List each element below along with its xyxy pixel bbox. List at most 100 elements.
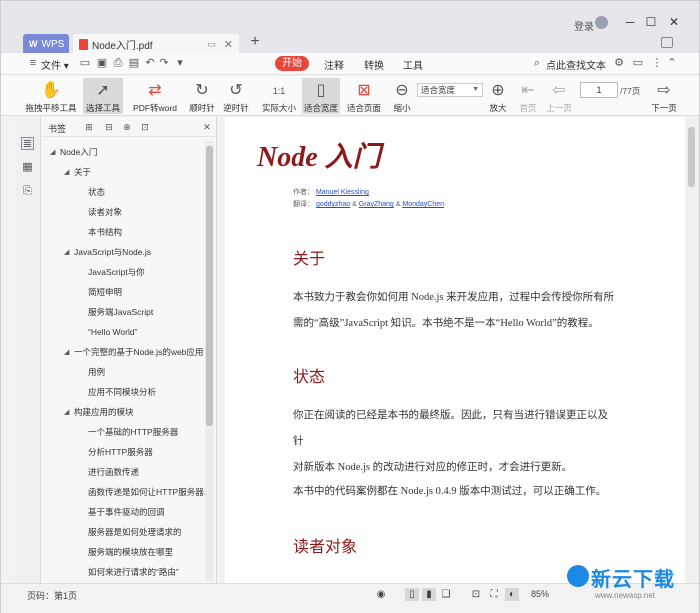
- delete-bookmark-icon[interactable]: ⊡: [140, 122, 150, 132]
- settings-icon[interactable]: ⚙: [613, 57, 625, 69]
- undo-icon[interactable]: ↶: [144, 57, 156, 69]
- tab-annotate[interactable]: 注释: [324, 57, 344, 72]
- new-tab-button[interactable]: +: [247, 34, 263, 52]
- minimize-button[interactable]: ─: [622, 15, 638, 29]
- avatar[interactable]: [595, 16, 608, 29]
- bookmark-item[interactable]: 进行函数传递: [88, 463, 139, 481]
- save-icon[interactable]: ▣: [96, 57, 108, 69]
- bookmark-item[interactable]: 服务器是如何处理请求的: [88, 523, 182, 541]
- document-scrollbar-thumb[interactable]: [688, 127, 695, 187]
- translator-link[interactable]: goddyzhao: [316, 201, 350, 208]
- expand-triangle-icon[interactable]: ◢: [64, 348, 74, 356]
- bookmark-item[interactable]: 状态: [88, 183, 105, 201]
- tab-start[interactable]: 开始: [275, 56, 309, 71]
- translator-link[interactable]: GrayZhang: [359, 201, 394, 208]
- expand-triangle-icon[interactable]: ◢: [50, 148, 60, 156]
- bookmark-item[interactable]: 一个基础的HTTP服务器: [88, 423, 178, 441]
- next-page-button[interactable]: ⇨ 下一页: [651, 78, 677, 114]
- author-link[interactable]: Manuel Kiessling: [316, 189, 369, 196]
- zoom-select[interactable]: 适合宽度 ▼: [417, 83, 483, 97]
- eye-icon[interactable]: ◉: [374, 588, 388, 601]
- rotate-counterclockwise-button[interactable]: ↺ 逆时针: [222, 78, 250, 114]
- expand-all-icon[interactable]: ⊞: [84, 122, 94, 132]
- pdf-to-word-button[interactable]: ⇄ PDF转word: [132, 78, 178, 114]
- add-bookmark-icon[interactable]: ⊕: [122, 122, 132, 132]
- prev-page-icon: ⇦: [552, 82, 566, 99]
- page-number-input[interactable]: 1: [580, 82, 618, 98]
- file-menu[interactable]: 文件 ▾: [41, 57, 69, 72]
- fullscreen-icon[interactable]: ⛶: [487, 588, 501, 601]
- bookmark-item[interactable]: 基于事件驱动的回调: [88, 503, 165, 521]
- translator-link[interactable]: MondayChen: [402, 201, 444, 208]
- bookmark-item[interactable]: 应用不同模块分析: [88, 383, 156, 401]
- tab-wps[interactable]: W WPS: [23, 34, 69, 54]
- night-mode-icon[interactable]: ◐: [505, 588, 519, 601]
- maximize-button[interactable]: ☐: [643, 15, 659, 29]
- bookmark-item[interactable]: JavaScript与你: [88, 263, 145, 281]
- bookmark-item[interactable]: 如何来进行请求的“路由”: [88, 563, 179, 581]
- bookmark-item[interactable]: 读者对象: [88, 203, 122, 221]
- bookmark-item[interactable]: ◢ Node入门: [50, 143, 97, 161]
- print-preview-icon[interactable]: ▤: [128, 57, 140, 69]
- bookmark-item[interactable]: 服务端JavaScript: [88, 303, 153, 321]
- bookmark-item[interactable]: ◢ JavaScript与Node.js: [64, 243, 151, 261]
- book-view-icon[interactable]: ❑: [439, 588, 453, 601]
- open-folder-icon[interactable]: ▭: [79, 57, 91, 69]
- tab-close-button[interactable]: ✕: [224, 38, 233, 51]
- collapse-all-icon[interactable]: ⊟: [104, 122, 114, 132]
- bookmarks-panel-icon[interactable]: ≣: [21, 137, 34, 150]
- attachments-panel-icon[interactable]: ⎘: [21, 185, 34, 198]
- actual-size-button[interactable]: 1:1 实际大小: [260, 78, 298, 114]
- expand-triangle-icon[interactable]: ◢: [64, 248, 74, 256]
- customize-icon[interactable]: ▾: [174, 57, 186, 69]
- watermark-url: www.newasp.net: [595, 591, 656, 600]
- thumbnails-panel-icon[interactable]: ▦: [21, 161, 34, 174]
- ribbon-toolbar: ✋ 拖拽平移工具 ➚ 选择工具 ⇄ PDF转word ↻ 顺时针 ↺ 逆时针 1…: [1, 76, 699, 116]
- rotate-clockwise-button[interactable]: ↻ 顺时针: [188, 78, 216, 114]
- login-link[interactable]: 登录: [574, 18, 594, 33]
- fit-screen-icon[interactable]: ⊡: [469, 588, 483, 601]
- bookmark-item[interactable]: 函数传递是如何让HTTP服务器...: [88, 483, 211, 501]
- sidebar-toggle-icon[interactable]: [661, 37, 673, 48]
- fit-page-button[interactable]: ⊠ 适合页面: [345, 78, 383, 114]
- bookmark-item[interactable]: 本书结构: [88, 223, 122, 241]
- bookmark-item[interactable]: 简短申明: [88, 283, 122, 301]
- zoom-in-label: 放大: [489, 103, 507, 113]
- more-icon[interactable]: ⋮: [651, 57, 663, 69]
- outline-scrollbar-thumb[interactable]: [206, 146, 213, 426]
- rotate-ccw-label: 逆时针: [223, 103, 249, 113]
- bookmark-item[interactable]: 用例: [88, 363, 105, 381]
- search-icon[interactable]: ⌕: [531, 57, 543, 69]
- select-tool-button[interactable]: ➚ 选择工具: [83, 78, 123, 114]
- close-window-button[interactable]: ✕: [666, 15, 682, 29]
- bookmark-label: 简短申明: [88, 287, 123, 297]
- comment-icon[interactable]: ▭: [632, 57, 644, 69]
- tab-pin-icon[interactable]: ▭: [207, 39, 216, 50]
- zoom-in-button[interactable]: ⊕ 放大: [487, 78, 509, 114]
- bookmark-item[interactable]: ◢ 一个完整的基于Node.js的web应用: [64, 343, 203, 361]
- first-page-button[interactable]: ⇤ 首页: [517, 78, 539, 114]
- bookmark-item[interactable]: ◢ 构建应用的模块: [64, 403, 134, 421]
- tab-document[interactable]: Node入门.pdf ▭ ✕: [73, 34, 239, 54]
- redo-icon[interactable]: ↷: [158, 57, 170, 69]
- print-icon[interactable]: ⎙: [112, 57, 124, 69]
- hamburger-icon[interactable]: ≡: [27, 57, 39, 69]
- expand-triangle-icon[interactable]: ◢: [64, 408, 74, 416]
- close-icon[interactable]: ✕: [202, 122, 212, 132]
- tab-tools[interactable]: 工具: [403, 57, 423, 72]
- prev-page-button[interactable]: ⇦ 上一页: [545, 78, 573, 114]
- bookmark-item[interactable]: 服务端的模块放在哪里: [88, 543, 173, 561]
- find-text-button[interactable]: 点此查找文本: [546, 57, 606, 72]
- collapse-ribbon-icon[interactable]: ⌃: [666, 57, 678, 69]
- bookmark-item[interactable]: “Hello World”: [88, 323, 137, 341]
- expand-triangle-icon[interactable]: ◢: [64, 168, 74, 176]
- bookmark-item[interactable]: ◢ 关于: [64, 163, 91, 181]
- hand-tool-button[interactable]: ✋ 拖拽平移工具: [25, 78, 77, 114]
- fit-width-button[interactable]: ▯ 适合宽度: [302, 78, 340, 114]
- bookmark-item[interactable]: 分析HTTP服务器: [88, 443, 153, 461]
- continuous-view-icon[interactable]: ▮: [422, 588, 436, 601]
- document-scrollbar[interactable]: [685, 117, 699, 583]
- single-page-view-icon[interactable]: ▯: [405, 588, 419, 601]
- zoom-out-button[interactable]: ⊖ 缩小: [391, 78, 413, 114]
- tab-convert[interactable]: 转换: [364, 57, 384, 72]
